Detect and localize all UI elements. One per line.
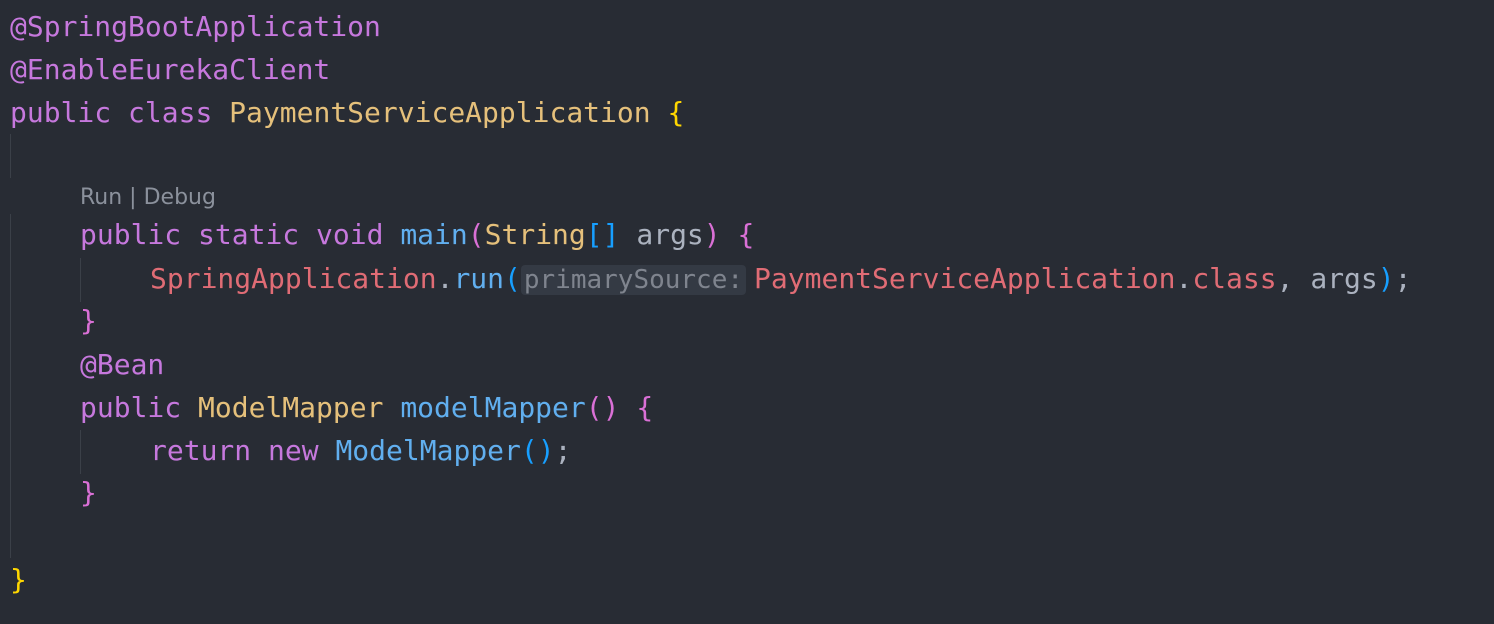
brace-token: } xyxy=(10,563,27,596)
keyword-token: public xyxy=(10,96,112,129)
annotation-token: @EnableEurekaClient xyxy=(10,53,331,86)
method-name-token: run xyxy=(453,262,505,295)
bracket-token: [] xyxy=(585,218,620,251)
code-editor[interactable]: @SpringBootApplication @EnableEurekaClie… xyxy=(0,0,1494,624)
keyword-token: class xyxy=(1192,262,1277,295)
method-name-token: main xyxy=(400,218,468,251)
code-line-11[interactable]: } xyxy=(80,473,97,513)
code-line-2[interactable]: @EnableEurekaClient xyxy=(10,50,330,90)
constructor-token: ModelMapper xyxy=(335,434,521,467)
paren-token: ( xyxy=(467,218,485,251)
code-line-3[interactable]: public class PaymentServiceApplication { xyxy=(10,93,684,133)
paren-token: () xyxy=(585,391,620,424)
code-line-5[interactable]: public static void main(String[] args) { xyxy=(80,215,754,255)
code-line-6[interactable]: SpringApplication.run(primarySource: Paym… xyxy=(150,259,1412,299)
keyword-token: public xyxy=(80,218,182,251)
dot-token: . xyxy=(1175,262,1193,295)
class-name-token: PaymentServiceApplication xyxy=(229,96,651,129)
paren-token: ( xyxy=(504,262,521,295)
argument-token: args xyxy=(1310,262,1378,295)
method-name-token: modelMapper xyxy=(400,391,586,424)
annotation-token: @SpringBootApplication xyxy=(10,10,381,43)
indent-guide xyxy=(10,134,11,178)
semicolon-token: ; xyxy=(554,434,572,467)
param-token: args xyxy=(636,218,704,251)
keyword-token: return xyxy=(150,434,252,467)
indent-guide xyxy=(10,214,11,558)
parameter-hint: primarySource: xyxy=(520,265,747,295)
type-token: String xyxy=(484,218,586,251)
code-line-13[interactable]: } xyxy=(10,560,27,600)
keyword-token: class xyxy=(128,96,213,129)
codelens: Run | Debug xyxy=(80,183,216,213)
paren-token: ) xyxy=(703,218,721,251)
codelens-separator: | xyxy=(122,185,144,210)
argument-token: PaymentServiceApplication xyxy=(754,262,1176,295)
keyword-token: public xyxy=(80,391,182,424)
indent-guide xyxy=(80,430,81,474)
brace-token: } xyxy=(80,304,97,337)
codelens-debug-link[interactable]: Debug xyxy=(144,185,216,210)
keyword-token: static xyxy=(198,218,300,251)
dot-token: . xyxy=(436,262,454,295)
indent-guide xyxy=(80,258,81,302)
receiver-token: SpringApplication xyxy=(150,262,437,295)
code-line-7[interactable]: } xyxy=(80,301,97,341)
brace-token: { xyxy=(667,96,685,129)
code-line-10[interactable]: return new ModelMapper(); xyxy=(150,431,571,471)
code-line-8[interactable]: @Bean xyxy=(80,345,164,385)
paren-token: () xyxy=(520,434,555,467)
annotation-token: @Bean xyxy=(80,348,165,381)
code-line-1[interactable]: @SpringBootApplication xyxy=(10,7,381,47)
brace-token: } xyxy=(80,476,97,509)
paren-token: ) xyxy=(1377,262,1395,295)
semicolon-token: ; xyxy=(1394,262,1412,295)
codelens-run-link[interactable]: Run xyxy=(80,185,122,210)
brace-token: { xyxy=(636,391,654,424)
code-line-9[interactable]: public ModelMapper modelMapper() { xyxy=(80,388,653,428)
keyword-token: new xyxy=(268,434,319,467)
type-token: ModelMapper xyxy=(198,391,384,424)
keyword-token: void xyxy=(316,218,384,251)
brace-token: { xyxy=(737,218,755,251)
comma-token: , xyxy=(1276,262,1294,295)
